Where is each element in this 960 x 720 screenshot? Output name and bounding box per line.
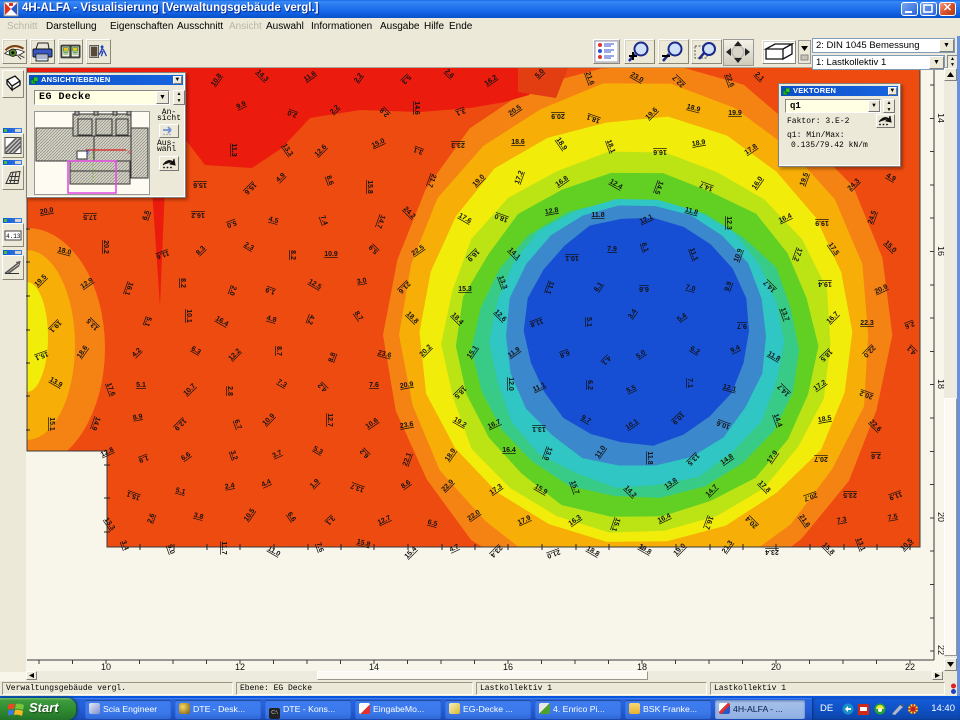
svg-text:6.6: 6.6 [639,285,649,292]
svg-text:16.6: 16.6 [653,148,667,155]
svg-text:12.0: 12.0 [507,377,514,391]
svg-text:18.6: 18.6 [511,139,525,146]
svg-text:19.9: 19.9 [728,110,742,117]
svg-text:7.1: 7.1 [686,378,693,388]
svg-text:14.6: 14.6 [413,101,420,115]
svg-text:16.2: 16.2 [191,211,205,218]
svg-text:8.2: 8.2 [179,278,186,288]
svg-text:23.5: 23.5 [843,491,857,498]
svg-text:16.4: 16.4 [502,447,516,454]
svg-text:23.3: 23.3 [451,141,465,148]
svg-text:19.4: 19.4 [818,280,832,287]
svg-text:15.6: 15.6 [193,181,207,188]
svg-text:15.1: 15.1 [48,417,55,431]
svg-text:2.6: 2.6 [871,452,881,459]
svg-text:10.1: 10.1 [185,309,192,323]
svg-text:4.13: 4.13 [6,233,21,240]
svg-text:20.2: 20.2 [102,240,109,254]
svg-text:17.5: 17.5 [83,213,97,220]
svg-text:7.9: 7.9 [607,246,617,253]
svg-text:10.1: 10.1 [565,254,579,261]
svg-text:8.7: 8.7 [275,346,282,356]
svg-text:23.4: 23.4 [765,548,779,555]
svg-text:15.3: 15.3 [458,286,472,293]
svg-text:22.3: 22.3 [860,320,874,327]
svg-text:20.9: 20.9 [551,112,565,119]
svg-text:2.8: 2.8 [226,386,233,396]
svg-text:19.9: 19.9 [815,219,829,226]
svg-text:11.3: 11.3 [230,143,237,156]
svg-text:9.7: 9.7 [737,322,747,329]
svg-text:13.1: 13.1 [532,425,546,432]
svg-text:7.6: 7.6 [369,382,379,389]
svg-text:8.2: 8.2 [289,250,296,260]
svg-text:20.7: 20.7 [814,455,828,462]
svg-text:6.2: 6.2 [586,380,593,390]
svg-text:x: x [127,149,131,156]
svg-text:10.9: 10.9 [324,251,338,258]
svg-text:15.8: 15.8 [366,180,373,194]
svg-text:11.7: 11.7 [220,541,227,554]
svg-text:5.1: 5.1 [585,317,592,327]
svg-text:11.8: 11.8 [591,212,604,219]
svg-text:z: z [86,149,90,156]
svg-text:11.8: 11.8 [646,451,653,464]
svg-text:5.1: 5.1 [136,382,146,389]
svg-text:12.3: 12.3 [725,216,732,230]
svg-text:12.7: 12.7 [326,413,333,427]
